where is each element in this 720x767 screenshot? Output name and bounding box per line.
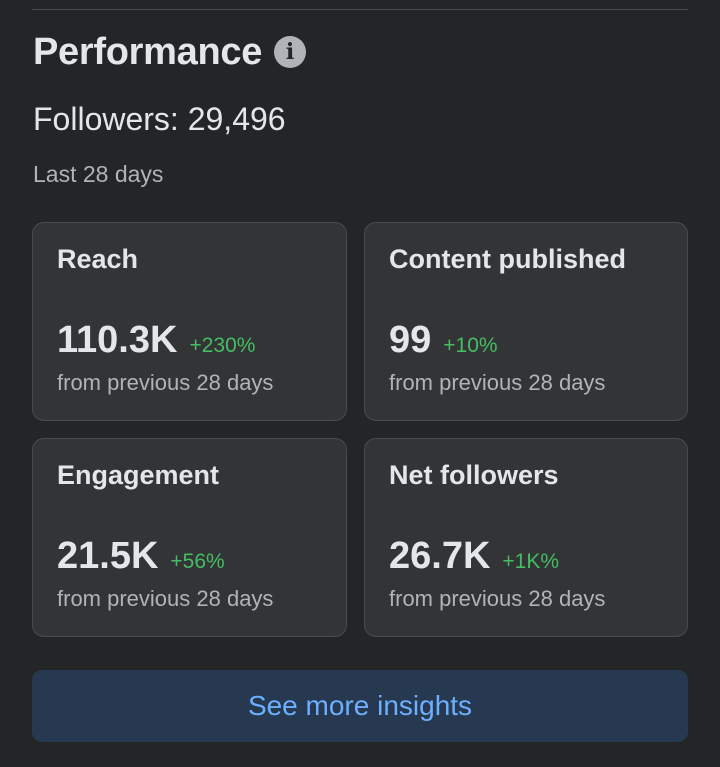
see-more-insights-button[interactable]: See more insights: [32, 670, 688, 742]
metric-value: 21.5K: [57, 535, 159, 577]
metric-card-engagement[interactable]: Engagement 21.5K +56% from previous 28 d…: [32, 438, 347, 637]
metric-card-net-followers[interactable]: Net followers 26.7K +1K% from previous 2…: [364, 438, 688, 637]
metric-label: Reach: [57, 244, 139, 274]
metric-comparison: from previous 28 days: [57, 370, 274, 395]
followers-count: Followers: 29,496: [33, 101, 286, 137]
metric-change: +1K%: [502, 550, 560, 573]
metric-change: +230%: [189, 334, 256, 357]
metric-label: Engagement: [57, 460, 220, 490]
info-icon[interactable]: i: [274, 36, 307, 68]
performance-panel: Performance i Followers: 29,496 Last 28 …: [0, 0, 720, 767]
metric-value: 99: [389, 319, 432, 361]
metric-label: Net followers: [389, 460, 559, 490]
metric-value-row: 21.5K +56%: [57, 535, 225, 577]
title-row: Performance i: [33, 30, 307, 74]
metric-value: 26.7K: [389, 535, 491, 577]
metric-value: 110.3K: [57, 319, 178, 361]
metric-comparison: from previous 28 days: [389, 586, 606, 611]
metric-label: Content published: [389, 244, 626, 274]
metric-card-content-published[interactable]: Content published 99 +10% from previous …: [364, 222, 688, 421]
top-divider: [32, 9, 688, 10]
metric-value-row: 99 +10%: [389, 319, 498, 361]
metric-change: +10%: [443, 334, 498, 357]
period-label: Last 28 days: [33, 161, 164, 187]
metric-value-row: 26.7K +1K%: [389, 535, 559, 577]
metric-card-reach[interactable]: Reach 110.3K +230% from previous 28 days: [32, 222, 347, 421]
metric-comparison: from previous 28 days: [57, 586, 274, 611]
metric-value-row: 110.3K +230%: [57, 319, 255, 361]
page-title: Performance: [33, 31, 263, 73]
metric-comparison: from previous 28 days: [389, 370, 606, 395]
metric-change: +56%: [170, 550, 225, 573]
